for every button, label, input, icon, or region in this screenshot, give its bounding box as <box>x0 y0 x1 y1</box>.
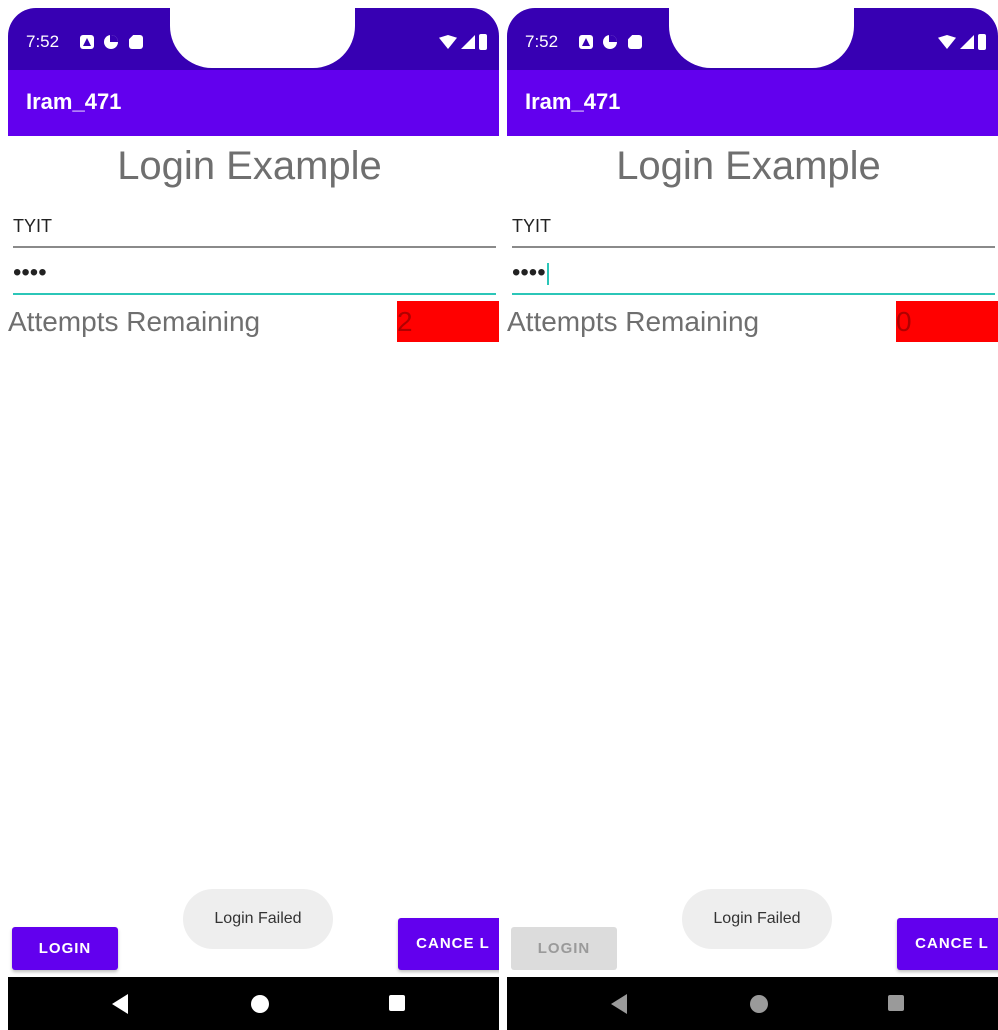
home-icon[interactable] <box>251 995 269 1013</box>
toast-message: Login Failed <box>682 889 832 949</box>
toast-message: Login Failed <box>183 889 333 949</box>
cancel-button[interactable]: CANCE L <box>398 918 499 970</box>
text-cursor <box>546 262 549 285</box>
status-bar: 7:52 <box>507 8 998 70</box>
back-icon[interactable] <box>112 994 128 1014</box>
battery-icon <box>978 34 986 50</box>
page-title: Login Example <box>117 144 382 188</box>
signal-icon <box>960 35 974 49</box>
status-time: 7:52 <box>26 32 60 51</box>
wifi-icon <box>439 35 457 49</box>
battery-icon <box>479 34 487 50</box>
system-icons <box>938 34 986 50</box>
app-title: Iram_471 <box>26 89 122 114</box>
cancel-button[interactable]: CANCE L <box>897 918 998 970</box>
username-field[interactable] <box>512 206 995 248</box>
app-title: Iram_471 <box>525 89 621 114</box>
screens-container: 7:52 Iram_471 Login Example •••• Attempt… <box>0 0 998 1030</box>
notch <box>170 8 355 68</box>
system-icons <box>439 34 487 50</box>
password-mask: •••• <box>13 259 47 286</box>
home-icon[interactable] <box>750 995 768 1013</box>
app-bar: Iram_471 <box>507 70 998 136</box>
notch <box>669 8 854 68</box>
password-mask-text: •••• <box>512 259 546 286</box>
login-button[interactable]: LOGIN <box>511 927 617 970</box>
login-button[interactable]: LOGIN <box>12 927 118 970</box>
attempts-value: 2 <box>397 301 499 342</box>
navigation-bar <box>8 977 499 1030</box>
data-saver-icon <box>104 35 118 49</box>
app-bar: Iram_471 <box>8 70 499 136</box>
recents-icon[interactable] <box>389 995 405 1011</box>
status-bar: 7:52 <box>8 8 499 70</box>
a-notification-icon <box>579 35 593 49</box>
a-notification-icon <box>80 35 94 49</box>
sd-card-icon <box>129 35 143 49</box>
page-title: Login Example <box>616 144 881 188</box>
password-field[interactable]: •••• <box>512 253 995 295</box>
data-saver-icon <box>603 35 617 49</box>
phone-screen-right: 7:52 Iram_471 Login Example •••• Attempt… <box>499 0 998 1030</box>
signal-icon <box>461 35 475 49</box>
status-time: 7:52 <box>525 32 559 51</box>
wifi-icon <box>938 35 956 49</box>
sd-card-icon <box>628 35 642 49</box>
attempts-label: Attempts Remaining <box>8 306 261 337</box>
phone-screen-left: 7:52 Iram_471 Login Example •••• Attempt… <box>0 0 499 1030</box>
recents-icon[interactable] <box>888 995 904 1011</box>
username-field[interactable] <box>13 206 496 248</box>
password-field[interactable]: •••• <box>13 253 496 295</box>
attempts-label: Attempts Remaining <box>507 306 760 337</box>
attempts-value: 0 <box>896 301 998 342</box>
password-mask: •••• <box>512 261 549 285</box>
navigation-bar <box>507 977 998 1030</box>
back-icon[interactable] <box>611 994 627 1014</box>
